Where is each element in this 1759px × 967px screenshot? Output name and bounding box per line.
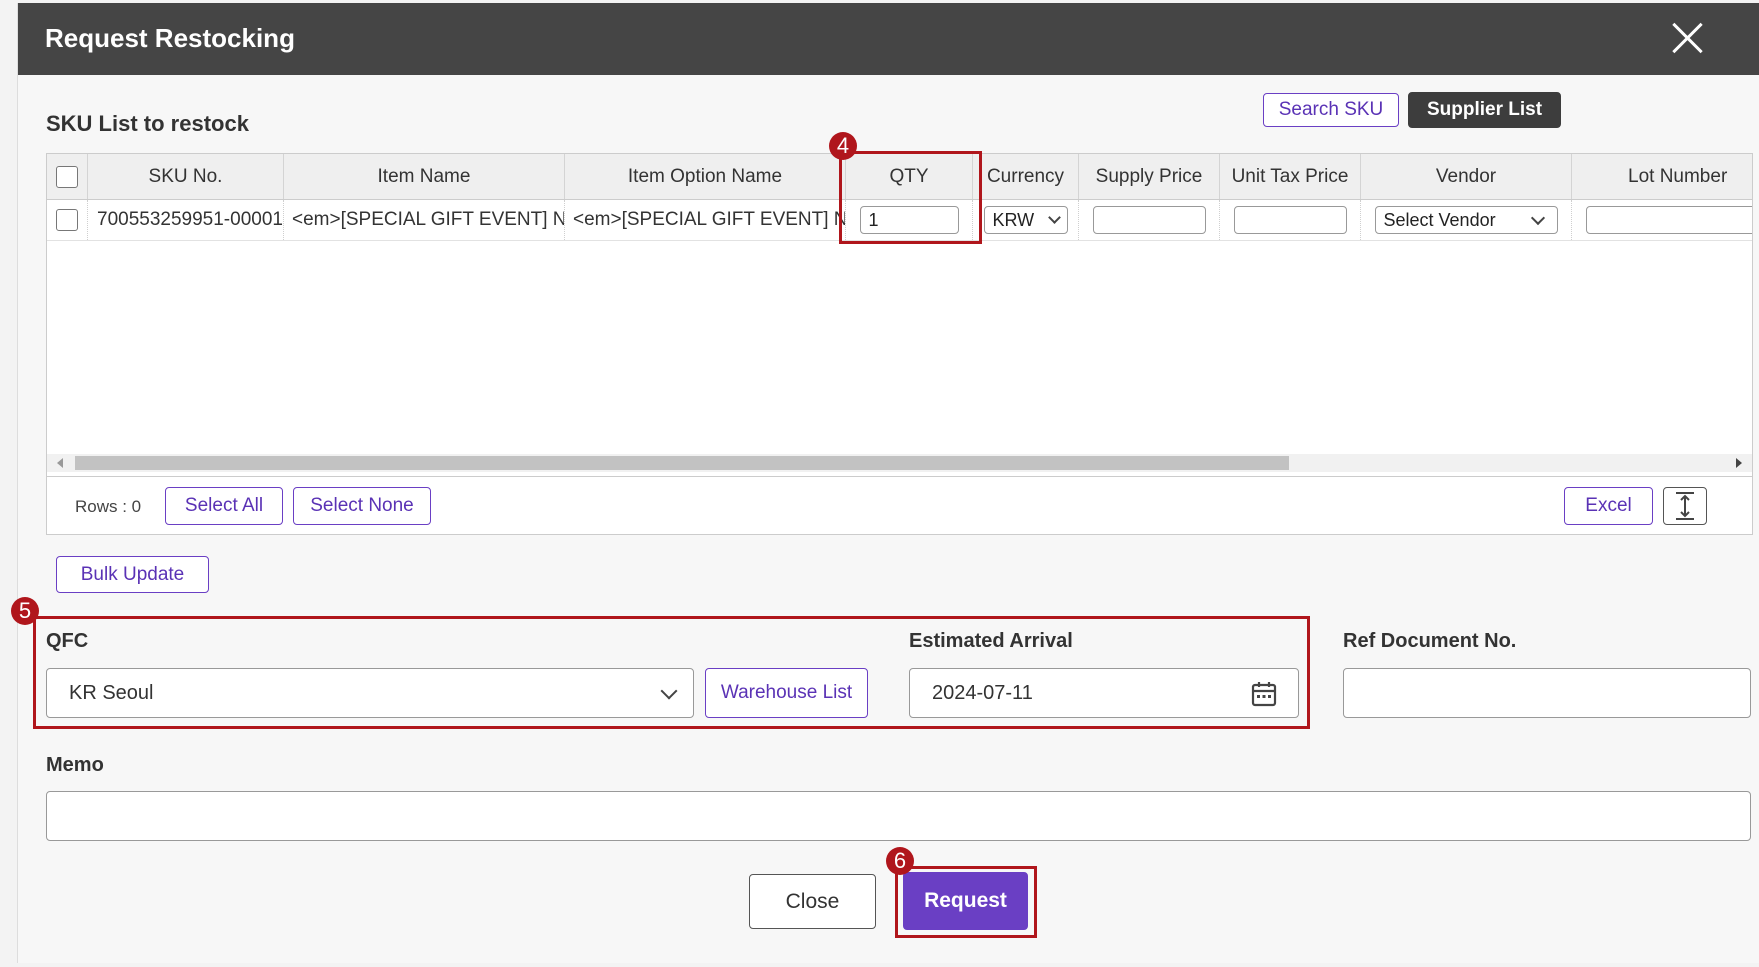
request-restocking-dialog: Request Restocking SKU List to restock S… bbox=[11, 3, 1759, 963]
cell-vendor: Select Vendor bbox=[1361, 200, 1572, 240]
close-button[interactable]: Close bbox=[749, 874, 876, 929]
scroll-left-icon[interactable] bbox=[57, 458, 63, 468]
cell-sku-no: 700553259951-00001 bbox=[88, 200, 284, 240]
annotation-box-qty bbox=[839, 151, 982, 244]
column-header-sku-no[interactable]: SKU No. bbox=[88, 154, 284, 199]
dialog-titlebar: Request Restocking bbox=[18, 3, 1759, 75]
lot-number-input[interactable] bbox=[1586, 206, 1752, 234]
supplier-list-button[interactable]: Supplier List bbox=[1408, 92, 1561, 128]
annotation-marker-5: 5 bbox=[11, 597, 39, 625]
cell-item-option-name: <em>[SPECIAL GIFT EVENT] N... bbox=[565, 200, 846, 240]
bulk-update-button[interactable]: Bulk Update bbox=[56, 556, 209, 593]
cell-currency: KRW bbox=[973, 200, 1079, 240]
column-header-lot-number[interactable]: Lot Number bbox=[1572, 154, 1752, 199]
grid-footer: Rows : 0 Select All Select None Excel bbox=[47, 476, 1752, 534]
excel-button[interactable]: Excel bbox=[1564, 487, 1653, 525]
resize-height-button[interactable] bbox=[1663, 487, 1707, 525]
annotation-marker-6: 6 bbox=[886, 847, 914, 875]
memo-input[interactable] bbox=[46, 791, 1751, 841]
cell-unit-tax-price bbox=[1220, 200, 1361, 240]
column-header-unit-tax-price[interactable]: Unit Tax Price bbox=[1220, 154, 1361, 199]
unit-tax-price-input[interactable] bbox=[1233, 206, 1347, 234]
column-header-supply-price[interactable]: Supply Price bbox=[1079, 154, 1220, 199]
select-none-button[interactable]: Select None bbox=[293, 487, 431, 525]
row-checkbox[interactable] bbox=[56, 209, 78, 231]
ref-document-label: Ref Document No. bbox=[1343, 630, 1517, 652]
close-icon[interactable] bbox=[1670, 21, 1704, 55]
select-all-checkbox-cell bbox=[47, 154, 88, 199]
search-sku-button[interactable]: Search SKU bbox=[1263, 93, 1399, 127]
cell-lot-number bbox=[1572, 200, 1752, 240]
ref-document-input[interactable] bbox=[1343, 668, 1751, 718]
header-checkbox[interactable] bbox=[56, 165, 78, 188]
cell-item-name: <em>[SPECIAL GIFT EVENT] N... bbox=[284, 200, 565, 240]
annotation-box-location bbox=[33, 616, 1310, 729]
sku-list-title: SKU List to restock bbox=[46, 111, 249, 136]
column-header-item-name[interactable]: Item Name bbox=[284, 154, 565, 199]
rows-count: Rows : 0 bbox=[75, 497, 142, 516]
memo-label: Memo bbox=[46, 754, 104, 776]
dialog-title: Request Restocking bbox=[45, 23, 295, 53]
resize-vertical-icon bbox=[1676, 492, 1694, 520]
annotation-box-request bbox=[895, 866, 1037, 938]
vendor-value: Select Vendor bbox=[1383, 209, 1496, 230]
chevron-down-icon bbox=[1530, 210, 1545, 226]
column-header-currency[interactable]: Currency bbox=[973, 154, 1079, 199]
row-checkbox-cell bbox=[47, 200, 88, 240]
horizontal-scrollbar[interactable] bbox=[47, 454, 1752, 472]
select-all-button[interactable]: Select All bbox=[165, 487, 283, 525]
vendor-select[interactable]: Select Vendor bbox=[1374, 206, 1558, 234]
chevron-down-icon bbox=[1047, 211, 1061, 224]
supply-price-input[interactable] bbox=[1092, 206, 1206, 234]
cell-supply-price bbox=[1079, 200, 1220, 240]
currency-select[interactable]: KRW bbox=[983, 206, 1068, 234]
column-header-vendor[interactable]: Vendor bbox=[1361, 154, 1572, 199]
scroll-right-icon[interactable] bbox=[1736, 458, 1742, 468]
annotation-marker-4: 4 bbox=[829, 132, 857, 160]
scrollbar-thumb[interactable] bbox=[75, 456, 1289, 470]
column-header-item-option-name[interactable]: Item Option Name bbox=[565, 154, 846, 199]
currency-value: KRW bbox=[992, 209, 1035, 230]
